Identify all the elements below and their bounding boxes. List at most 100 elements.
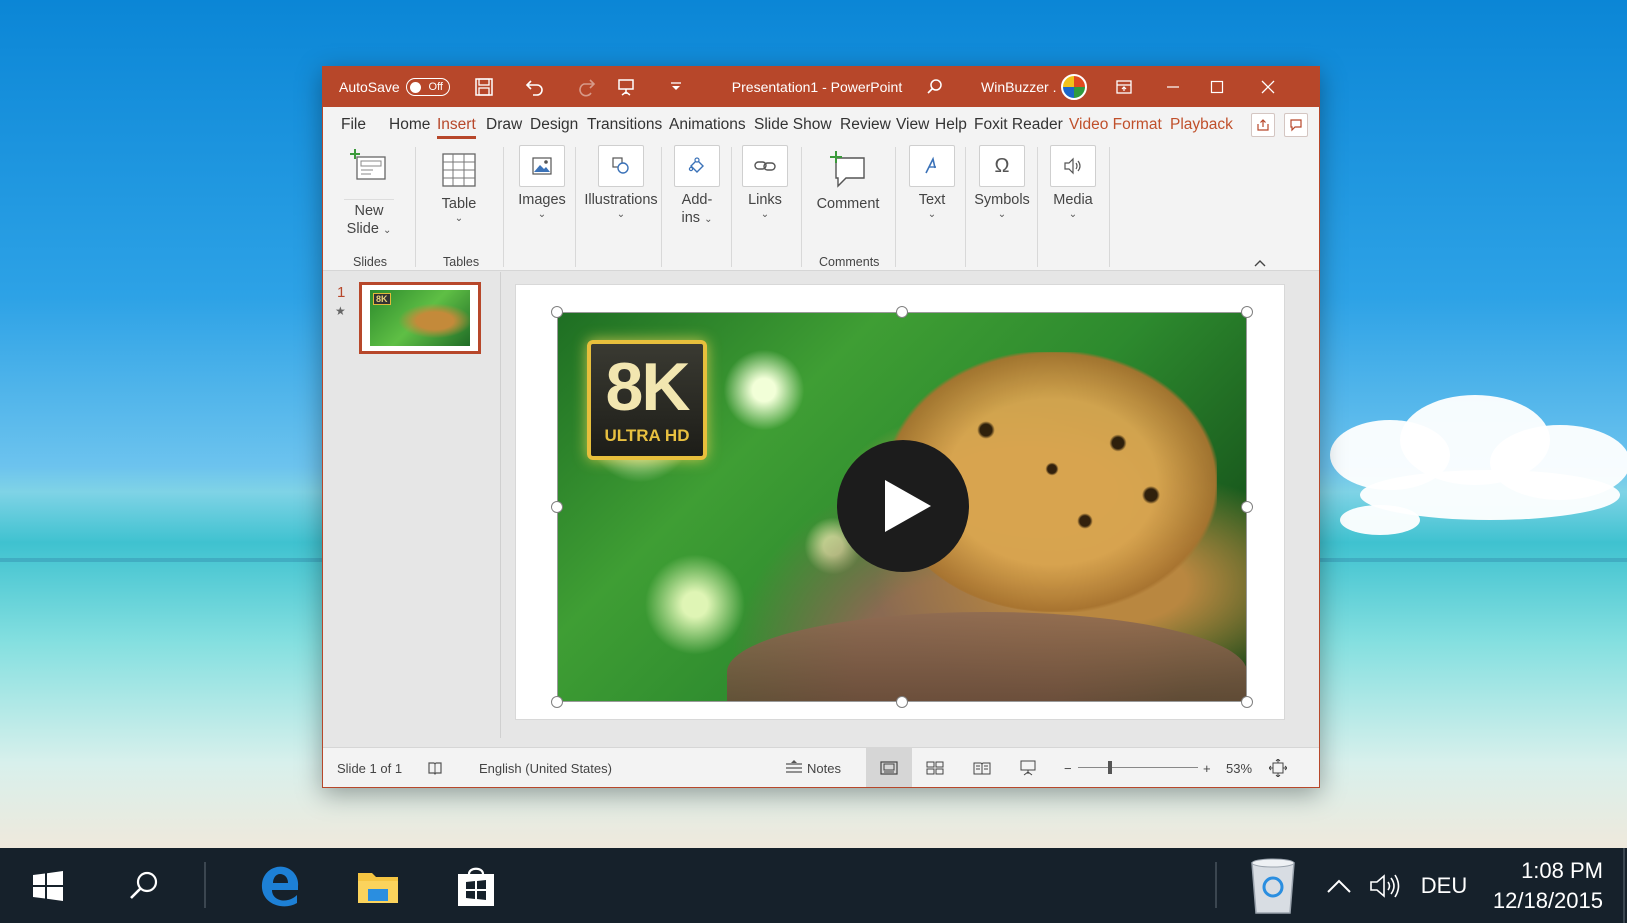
tab-animations[interactable]: Animations <box>669 107 746 143</box>
reading-view-button[interactable] <box>959 748 1005 787</box>
accessibility-icon[interactable] <box>427 748 443 787</box>
share-icon[interactable] <box>1251 113 1275 137</box>
link-icon <box>742 145 788 187</box>
symbols-button[interactable]: Ω Symbols ⌄ <box>969 143 1035 221</box>
resize-handle-nw[interactable] <box>551 306 563 318</box>
slide-thumbnail[interactable]: 8K <box>359 282 481 354</box>
close-icon[interactable] <box>1243 67 1293 107</box>
slide-canvas[interactable]: 8K ULTRA HD <box>515 284 1285 720</box>
ribbon-display-icon[interactable] <box>1108 67 1140 107</box>
minimize-icon[interactable] <box>1153 67 1193 107</box>
store-button[interactable] <box>446 848 506 923</box>
ribbon-separator <box>1109 147 1110 267</box>
tab-file[interactable]: File <box>341 107 366 143</box>
windows-logo-icon <box>33 870 63 901</box>
normal-view-button[interactable] <box>866 748 912 787</box>
search-icon[interactable] <box>919 67 951 107</box>
tab-foxit-reader[interactable]: Foxit Reader <box>974 107 1063 143</box>
zoom-level[interactable]: 53% <box>1226 748 1252 787</box>
tab-review[interactable]: Review <box>840 107 891 143</box>
ribbon-separator <box>965 147 966 267</box>
links-button[interactable]: Links ⌄ <box>737 143 793 221</box>
tab-help[interactable]: Help <box>935 107 967 143</box>
table-label: Table <box>441 196 477 212</box>
undo-icon[interactable] <box>520 67 550 107</box>
ribbon-separator <box>731 147 732 267</box>
system-clock[interactable]: 1:08 PM 12/18/2015 <box>1493 856 1603 916</box>
illustrations-button[interactable]: Illustrations ⌄ <box>579 143 663 221</box>
present-icon[interactable] <box>611 67 641 107</box>
taskbar-separator <box>1215 862 1217 908</box>
zoom-slider-thumb[interactable] <box>1108 761 1112 774</box>
tab-draw[interactable]: Draw <box>486 107 522 143</box>
collapse-ribbon-icon[interactable] <box>1253 255 1269 269</box>
notes-button[interactable]: Notes <box>785 748 841 787</box>
language-status[interactable]: English (United States) <box>479 748 612 787</box>
volume-icon[interactable] <box>1364 848 1408 923</box>
slide-sorter-view-button[interactable] <box>912 748 958 787</box>
tab-video-format[interactable]: Video Format <box>1069 107 1162 143</box>
add-ins-button[interactable]: Add- ins ⌄ <box>669 143 725 227</box>
tab-insert[interactable]: Insert <box>437 107 476 143</box>
slide-info[interactable]: Slide 1 of 1 <box>337 748 402 787</box>
cloud <box>1340 505 1420 535</box>
avatar[interactable] <box>1061 67 1087 107</box>
zoom-in-button[interactable]: + <box>1203 748 1211 787</box>
tab-view[interactable]: View <box>896 107 929 143</box>
slide-show-view-button[interactable] <box>1005 748 1051 787</box>
recycle-bin-icon[interactable] <box>1240 848 1306 923</box>
new-slide-button[interactable]: New Slide ⌄ <box>339 143 399 238</box>
ribbon-insert: New Slide ⌄ Slides Table ⌄ Tables Images… <box>323 143 1319 271</box>
save-icon[interactable] <box>469 67 499 107</box>
user-name[interactable]: WinBuzzer . <box>981 67 1056 107</box>
resize-handle-n[interactable] <box>896 306 908 318</box>
comments-icon[interactable] <box>1284 113 1308 137</box>
tab-transitions[interactable]: Transitions <box>587 107 662 143</box>
redo-icon[interactable] <box>571 67 601 107</box>
chevron-up-icon <box>1327 879 1351 893</box>
start-button[interactable] <box>20 848 76 923</box>
resize-handle-e[interactable] <box>1241 501 1253 513</box>
images-label: Images <box>518 192 566 208</box>
tab-playback[interactable]: Playback <box>1170 107 1233 143</box>
tab-home[interactable]: Home <box>389 107 430 143</box>
resize-handle-sw[interactable] <box>551 696 563 708</box>
new-slide-icon <box>346 145 392 187</box>
comment-button[interactable]: Comment <box>809 143 887 213</box>
resize-handle-se[interactable] <box>1241 696 1253 708</box>
maximize-icon[interactable] <box>1197 67 1237 107</box>
editing-area: 1 ★ 8K 8K ULTRA HD <box>323 272 1319 738</box>
table-button[interactable]: Table ⌄ <box>427 143 491 225</box>
resize-handle-ne[interactable] <box>1241 306 1253 318</box>
clock-time: 1:08 PM <box>1521 858 1603 883</box>
show-hidden-icons[interactable] <box>1318 848 1360 923</box>
autosave-state: Off <box>428 81 443 93</box>
play-button[interactable] <box>837 440 969 572</box>
ribbon-separator <box>895 147 896 267</box>
video-frame[interactable]: 8K ULTRA HD <box>557 312 1247 702</box>
resize-handle-w[interactable] <box>551 501 563 513</box>
slide-show-icon <box>1020 760 1036 776</box>
zoom-out-button[interactable]: − <box>1064 748 1072 787</box>
tab-design[interactable]: Design <box>530 107 578 143</box>
group-label-tables: Tables <box>443 255 480 269</box>
text-icon <box>909 145 955 187</box>
8k-badge: 8K ULTRA HD <box>587 340 707 460</box>
input-language[interactable]: DEU <box>1416 848 1472 923</box>
images-button[interactable]: Images ⌄ <box>511 143 573 221</box>
resize-handle-s[interactable] <box>896 696 908 708</box>
edge-browser-button[interactable] <box>250 848 310 923</box>
text-button[interactable]: Text ⌄ <box>903 143 961 221</box>
notes-icon <box>786 760 802 773</box>
customize-icon[interactable] <box>661 67 691 107</box>
show-desktop-button[interactable] <box>1623 848 1625 923</box>
fit-to-window-icon[interactable] <box>1269 748 1287 787</box>
edge-icon <box>261 866 299 906</box>
media-button[interactable]: Media ⌄ <box>1041 143 1105 221</box>
file-explorer-button[interactable] <box>348 848 408 923</box>
autosave-toggle[interactable]: Off <box>406 67 450 107</box>
powerpoint-window: AutoSave Off Presentation1 - PowerPoint … <box>322 66 1320 788</box>
tab-slide-show[interactable]: Slide Show <box>754 107 832 143</box>
search-button[interactable] <box>116 848 172 923</box>
zoom-slider[interactable] <box>1078 761 1198 774</box>
